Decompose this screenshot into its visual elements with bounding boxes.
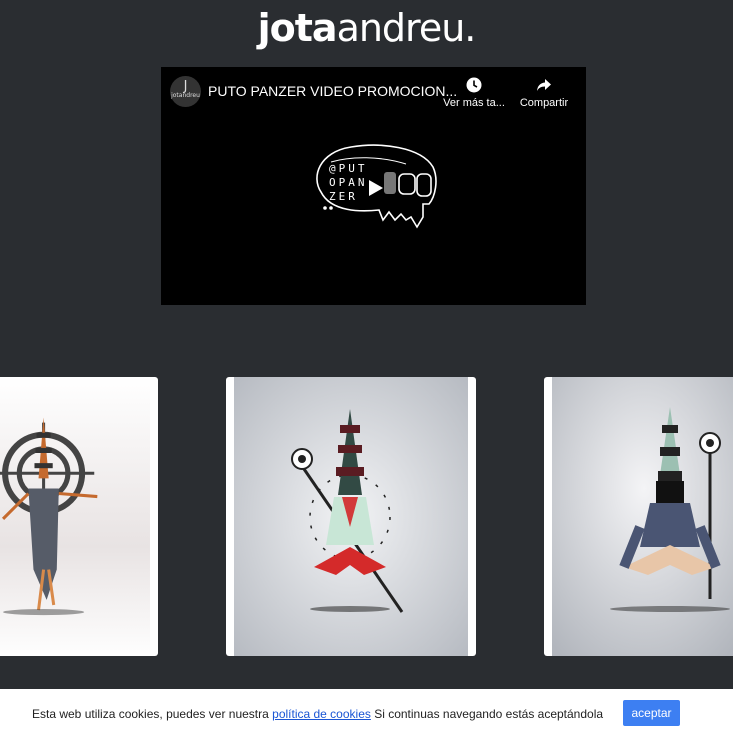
share-button[interactable]: Compartir	[509, 77, 579, 109]
overlay-text-line-3: ZER	[329, 190, 358, 203]
overlay-text-line-1: @PUT	[329, 162, 368, 175]
watch-later-label: Ver más ta...	[443, 97, 505, 109]
cookie-text-after: Si continuas navegando estás aceptándola	[370, 707, 604, 721]
artwork-right-image	[552, 377, 733, 656]
accept-cookies-button[interactable]: aceptar	[623, 700, 680, 726]
cookie-message: Esta web utiliza cookies, puedes ver nue…	[32, 707, 603, 721]
share-label: Compartir	[519, 97, 569, 109]
artwork-left-image	[0, 377, 150, 656]
gallery-card-right[interactable]	[544, 377, 733, 656]
gallery-card-left[interactable]	[0, 377, 158, 656]
video-title[interactable]: PUTO PANZER VIDEO PROMOCION...	[208, 83, 457, 99]
watch-later-button[interactable]: Ver más ta...	[439, 77, 509, 109]
channel-avatar[interactable]: J jotandreu	[170, 76, 201, 107]
youtube-embed[interactable]: J jotandreu PUTO PANZER VIDEO PROMOCION.…	[161, 67, 586, 305]
cookie-bar: Esta web utiliza cookies, puedes ver nue…	[0, 689, 733, 734]
play-icon[interactable]	[361, 176, 389, 200]
cookie-policy-link[interactable]: política de cookies	[272, 707, 371, 721]
logo-light-text: andreu.	[336, 6, 477, 50]
site-logo[interactable]: jotaandreu.	[0, 6, 733, 50]
artwork-center-image	[234, 377, 468, 656]
channel-avatar-label: jotandreu	[171, 92, 200, 99]
cookie-text-before: Esta web utiliza cookies, puedes ver nue…	[32, 707, 273, 721]
gallery-card-center[interactable]	[226, 377, 476, 656]
share-icon	[537, 79, 551, 91]
clock-icon	[466, 77, 482, 93]
logo-bold-text: jota	[257, 6, 338, 50]
